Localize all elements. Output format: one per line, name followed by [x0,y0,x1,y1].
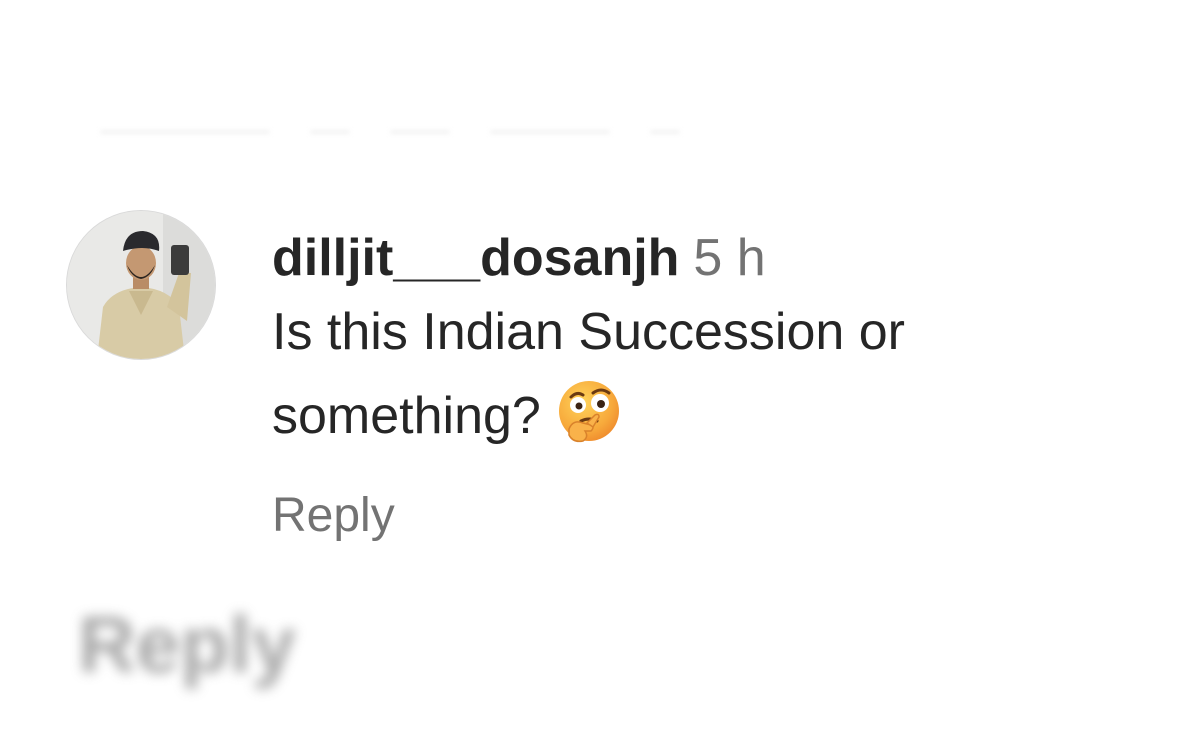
comment-screenshot: dilljit___dosanjh 5 h Is this Indian Succ… [0,0,1200,738]
timestamp[interactable]: 5 h [693,229,765,287]
faded-previous-content [100,128,1000,136]
blurred-reply-text: Reply [78,600,296,689]
username[interactable]: dilljit___dosanjh [272,229,679,287]
comment-header: dilljit___dosanjh 5 h [272,226,1132,290]
comment-text-block: Is this Indian Succession or something? [272,290,1112,458]
reply-button[interactable]: Reply [272,486,1132,546]
comment-body: dilljit___dosanjh 5 h Is this Indian Succ… [272,226,1132,546]
thinking-face-emoji-icon [555,379,623,447]
user-avatar-icon [67,211,215,359]
avatar[interactable] [66,210,216,360]
